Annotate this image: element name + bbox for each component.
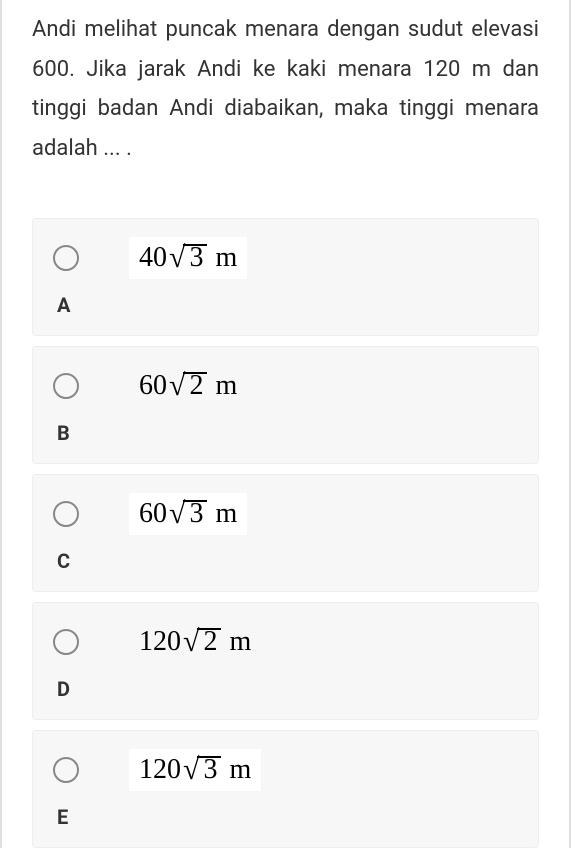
sqrt-icon: √ 2 — [183, 625, 221, 659]
option-row: 40 √ 3 m — [53, 237, 518, 279]
option-a-coefficient: 40 — [139, 242, 167, 274]
option-b-radicand: 2 — [185, 370, 207, 402]
option-d-radicand: 2 — [199, 626, 221, 658]
option-d[interactable]: 120 √ 2 m D — [32, 602, 539, 720]
radio-e[interactable] — [53, 757, 79, 783]
option-a-letter: A — [57, 293, 518, 317]
option-c-unit: m — [215, 498, 237, 530]
option-a[interactable]: 40 √ 3 m A — [32, 218, 539, 336]
option-a-content: 40 √ 3 m — [129, 237, 247, 279]
sqrt-symbol: √ — [169, 241, 185, 275]
option-row: 60 √ 2 m — [53, 365, 518, 407]
option-b-content: 60 √ 2 m — [129, 365, 247, 407]
option-c-letter: C — [57, 549, 518, 573]
option-e-coefficient: 120 — [139, 754, 181, 786]
radio-d[interactable] — [53, 629, 79, 655]
option-row: 120 √ 3 m — [53, 749, 518, 791]
sqrt-symbol: √ — [183, 753, 199, 787]
option-d-content: 120 √ 2 m — [129, 621, 261, 663]
option-e-content: 120 √ 3 m — [129, 749, 261, 791]
sqrt-icon: √ 3 — [169, 241, 207, 275]
option-b-letter: B — [57, 421, 518, 445]
sqrt-symbol: √ — [169, 369, 185, 403]
option-e-letter: E — [57, 805, 518, 829]
sqrt-icon: √ 2 — [169, 369, 207, 403]
sqrt-icon: √ 3 — [183, 753, 221, 787]
option-d-coefficient: 120 — [139, 626, 181, 658]
option-row: 120 √ 2 m — [53, 621, 518, 663]
option-a-unit: m — [215, 242, 237, 274]
option-c-content: 60 √ 3 m — [129, 493, 247, 535]
radio-b[interactable] — [53, 373, 79, 399]
option-b-unit: m — [215, 370, 237, 402]
options-list: 40 √ 3 m A 60 √ 2 m — [32, 218, 539, 848]
sqrt-symbol: √ — [169, 497, 185, 531]
sqrt-icon: √ 3 — [169, 497, 207, 531]
radio-a[interactable] — [53, 245, 79, 271]
sqrt-symbol: √ — [183, 625, 199, 659]
question-container: Andi melihat puncak menara dengan sudut … — [0, 0, 571, 848]
option-b-coefficient: 60 — [139, 370, 167, 402]
option-d-unit: m — [229, 626, 251, 658]
option-e[interactable]: 120 √ 3 m E — [32, 730, 539, 848]
option-a-radicand: 3 — [185, 242, 207, 274]
option-c[interactable]: 60 √ 3 m C — [32, 474, 539, 592]
option-e-radicand: 3 — [199, 754, 221, 786]
radio-c[interactable] — [53, 501, 79, 527]
option-d-letter: D — [57, 677, 518, 701]
option-e-unit: m — [229, 754, 251, 786]
option-c-radicand: 3 — [185, 498, 207, 530]
option-row: 60 √ 3 m — [53, 493, 518, 535]
question-text: Andi melihat puncak menara dengan sudut … — [32, 10, 539, 168]
option-c-coefficient: 60 — [139, 498, 167, 530]
option-b[interactable]: 60 √ 2 m B — [32, 346, 539, 464]
